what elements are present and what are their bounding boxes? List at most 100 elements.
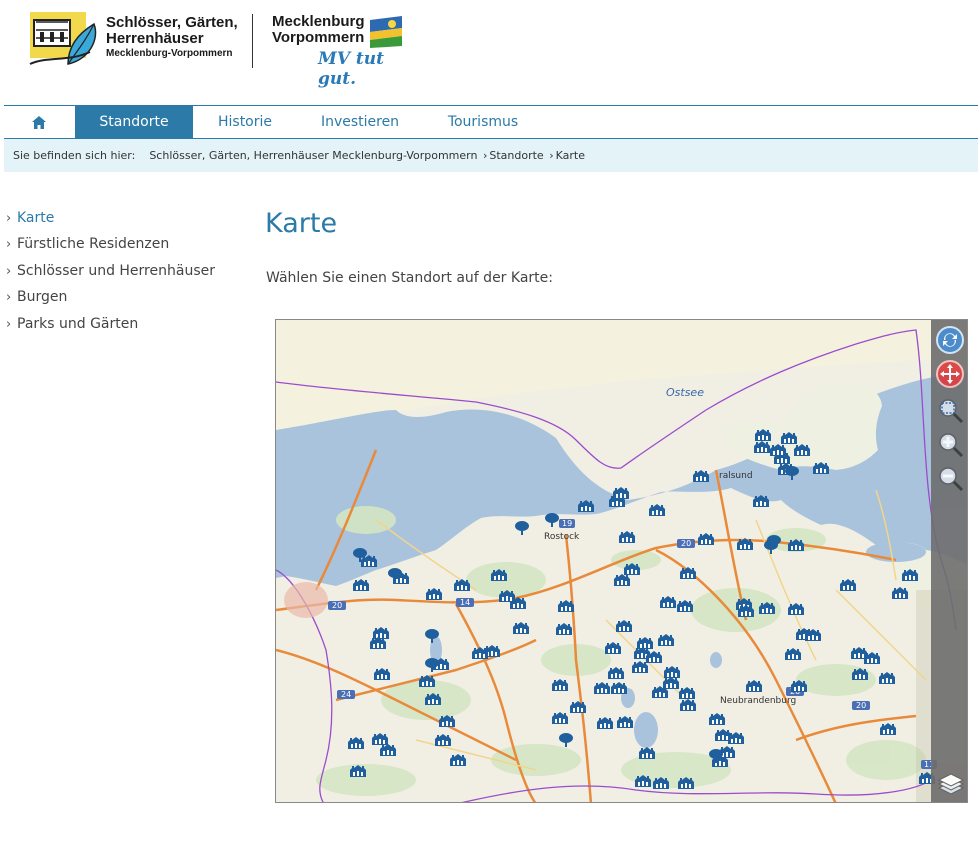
- castle-marker-icon[interactable]: [373, 665, 391, 680]
- castle-marker-icon[interactable]: [901, 566, 919, 581]
- park-marker-icon[interactable]: [708, 748, 726, 763]
- park-marker-icon[interactable]: [424, 657, 442, 672]
- nav-tab-tourismus[interactable]: Tourismus: [423, 106, 543, 138]
- nav-home[interactable]: [4, 106, 74, 138]
- castle-marker-icon[interactable]: [863, 649, 881, 664]
- castle-marker-icon[interactable]: [657, 631, 675, 646]
- castle-marker-icon[interactable]: [418, 672, 436, 687]
- sidebar-item-schloesser[interactable]: › Schlösser und Herrenhäuser: [6, 261, 246, 287]
- ssg-logo[interactable]: Schlösser, Gärten, Herrenhäuser Mecklenb…: [28, 6, 248, 68]
- park-marker-icon[interactable]: [544, 512, 562, 527]
- castle-marker-icon[interactable]: [610, 679, 628, 694]
- nav-tab-standorte[interactable]: Standorte: [75, 106, 193, 138]
- castle-marker-icon[interactable]: [753, 438, 771, 453]
- castle-marker-icon[interactable]: [651, 683, 669, 698]
- zoom-out-icon[interactable]: [936, 464, 964, 492]
- castle-marker-icon[interactable]: [424, 690, 442, 705]
- castle-marker-icon[interactable]: [577, 497, 595, 512]
- park-marker-icon[interactable]: [784, 465, 802, 480]
- castle-marker-icon[interactable]: [679, 696, 697, 711]
- castle-marker-icon[interactable]: [769, 441, 787, 456]
- sidebar-item-karte[interactable]: › Karte: [6, 208, 246, 234]
- castle-marker-icon[interactable]: [736, 535, 754, 550]
- park-marker-icon[interactable]: [514, 520, 532, 535]
- castle-marker-icon[interactable]: [453, 576, 471, 591]
- castle-marker-icon[interactable]: [555, 620, 573, 635]
- castle-marker-icon[interactable]: [449, 751, 467, 766]
- castle-marker-icon[interactable]: [498, 587, 516, 602]
- castle-marker-icon[interactable]: [679, 564, 697, 579]
- castle-marker-icon[interactable]: [616, 713, 634, 728]
- breadcrumb-item-standorte[interactable]: Standorte: [489, 149, 543, 162]
- location-map[interactable]: Ostsee Rostock Neubrandenburg ralsund 20…: [275, 319, 968, 803]
- nav-tab-investieren[interactable]: Investieren: [297, 106, 423, 138]
- sidebar-item-residenzen[interactable]: › Fürstliche Residenzen: [6, 234, 246, 260]
- castle-marker-icon[interactable]: [879, 720, 897, 735]
- castle-marker-icon[interactable]: [697, 530, 715, 545]
- castle-marker-icon[interactable]: [607, 664, 625, 679]
- castle-marker-icon[interactable]: [793, 441, 811, 456]
- castle-marker-icon[interactable]: [636, 634, 654, 649]
- castle-marker-icon[interactable]: [812, 459, 830, 474]
- castle-marker-icon[interactable]: [604, 639, 622, 654]
- castle-marker-icon[interactable]: [638, 744, 656, 759]
- castle-marker-icon[interactable]: [787, 536, 805, 551]
- park-marker-icon[interactable]: [766, 534, 784, 549]
- castle-marker-icon[interactable]: [438, 712, 456, 727]
- nav-tab-historie[interactable]: Historie: [193, 106, 297, 138]
- castle-marker-icon[interactable]: [615, 617, 633, 632]
- castle-marker-icon[interactable]: [631, 658, 649, 673]
- castle-marker-icon[interactable]: [784, 645, 802, 660]
- sidebar-item-parks[interactable]: › Parks und Gärten: [6, 314, 246, 340]
- castle-marker-icon[interactable]: [612, 484, 630, 499]
- zoom-extent-icon[interactable]: [936, 396, 964, 424]
- castle-marker-icon[interactable]: [352, 576, 370, 591]
- mv-logo[interactable]: Mecklenburg Vorpommern MV tut gut.: [272, 14, 412, 89]
- castle-marker-icon[interactable]: [891, 584, 909, 599]
- castle-marker-icon[interactable]: [758, 599, 776, 614]
- park-marker-icon[interactable]: [352, 547, 370, 562]
- castle-marker-icon[interactable]: [839, 576, 857, 591]
- castle-marker-icon[interactable]: [878, 669, 896, 684]
- castle-marker-icon[interactable]: [425, 585, 443, 600]
- castle-marker-icon[interactable]: [347, 734, 365, 749]
- castle-marker-icon[interactable]: [677, 774, 695, 789]
- castle-marker-icon[interactable]: [727, 729, 745, 744]
- castle-marker-icon[interactable]: [551, 676, 569, 691]
- castle-marker-icon[interactable]: [471, 644, 489, 659]
- sidebar-item-burgen[interactable]: › Burgen: [6, 287, 246, 313]
- castle-marker-icon[interactable]: [618, 528, 636, 543]
- park-marker-icon[interactable]: [558, 732, 576, 747]
- castle-marker-icon[interactable]: [512, 619, 530, 634]
- castle-marker-icon[interactable]: [349, 762, 367, 777]
- castle-marker-icon[interactable]: [593, 679, 611, 694]
- castle-marker-icon[interactable]: [780, 429, 798, 444]
- castle-marker-icon[interactable]: [551, 709, 569, 724]
- castle-marker-icon[interactable]: [752, 492, 770, 507]
- breadcrumb-item-home[interactable]: Schlösser, Gärten, Herrenhäuser Mecklenb…: [149, 149, 477, 162]
- layers-icon[interactable]: [936, 770, 965, 798]
- castle-marker-icon[interactable]: [737, 602, 755, 617]
- castle-marker-icon[interactable]: [557, 597, 575, 612]
- refresh-icon[interactable]: [936, 326, 964, 354]
- castle-marker-icon[interactable]: [851, 665, 869, 680]
- castle-marker-icon[interactable]: [678, 684, 696, 699]
- park-marker-icon[interactable]: [424, 628, 442, 643]
- castle-marker-icon[interactable]: [648, 501, 666, 516]
- castle-marker-icon[interactable]: [634, 772, 652, 787]
- castle-marker-icon[interactable]: [790, 677, 808, 692]
- park-marker-icon[interactable]: [387, 567, 405, 582]
- castle-marker-icon[interactable]: [613, 571, 631, 586]
- castle-marker-icon[interactable]: [652, 774, 670, 789]
- castle-marker-icon[interactable]: [659, 593, 677, 608]
- castle-marker-icon[interactable]: [745, 677, 763, 692]
- zoom-in-icon[interactable]: [936, 430, 964, 458]
- castle-marker-icon[interactable]: [754, 426, 772, 441]
- castle-marker-icon[interactable]: [692, 467, 710, 482]
- castle-marker-icon[interactable]: [369, 634, 387, 649]
- castle-marker-icon[interactable]: [490, 566, 508, 581]
- castle-marker-icon[interactable]: [676, 597, 694, 612]
- castle-marker-icon[interactable]: [569, 698, 587, 713]
- castle-marker-icon[interactable]: [596, 714, 614, 729]
- castle-marker-icon[interactable]: [379, 741, 397, 756]
